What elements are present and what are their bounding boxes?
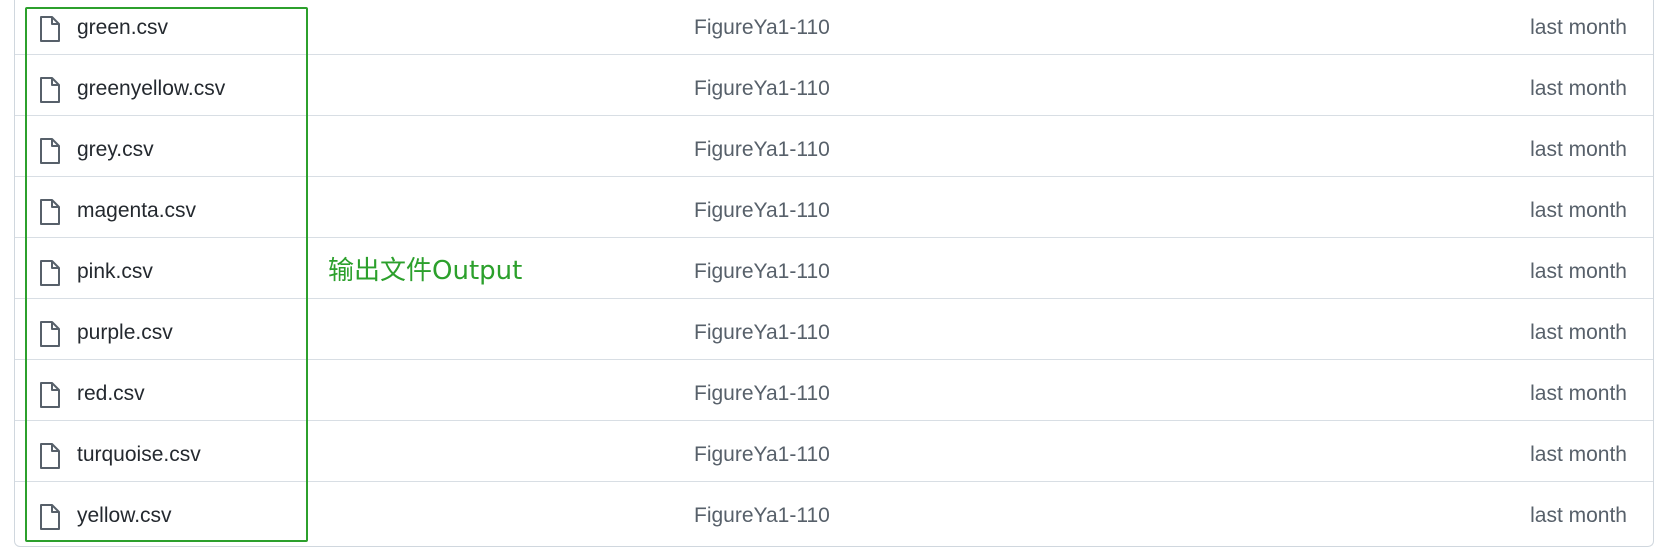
file-name-link[interactable]: grey.csv xyxy=(77,136,154,164)
commit-message-link[interactable]: FigureYa1-110 xyxy=(694,502,830,530)
file-icon xyxy=(39,504,61,530)
file-row[interactable]: green.csv FigureYa1-110 last month xyxy=(15,0,1653,55)
file-row[interactable]: turquoise.csv FigureYa1-110 last month xyxy=(15,421,1653,482)
commit-date: last month xyxy=(1530,77,1627,100)
commit-date: last month xyxy=(1530,382,1627,405)
file-name-link[interactable]: red.csv xyxy=(77,380,145,408)
commit-date: last month xyxy=(1530,443,1627,466)
output-files-annotation: 输出文件Output xyxy=(328,256,523,286)
file-icon xyxy=(39,199,61,225)
commit-date: last month xyxy=(1530,16,1627,39)
commit-date: last month xyxy=(1530,504,1627,527)
commit-date: last month xyxy=(1530,138,1627,161)
commit-message-link[interactable]: FigureYa1-110 xyxy=(694,258,830,286)
commit-message-link[interactable]: FigureYa1-110 xyxy=(694,441,830,469)
file-name-link[interactable]: green.csv xyxy=(77,14,168,42)
file-row[interactable]: purple.csv FigureYa1-110 last month xyxy=(15,299,1653,360)
file-icon xyxy=(39,321,61,347)
file-name-link[interactable]: magenta.csv xyxy=(77,197,196,225)
file-icon xyxy=(39,138,61,164)
commit-message-link[interactable]: FigureYa1-110 xyxy=(694,136,830,164)
file-icon xyxy=(39,443,61,469)
commit-message-link[interactable]: FigureYa1-110 xyxy=(694,75,830,103)
commit-date: last month xyxy=(1530,260,1627,283)
file-icon xyxy=(39,77,61,103)
file-row[interactable]: magenta.csv FigureYa1-110 last month xyxy=(15,177,1653,238)
commit-date: last month xyxy=(1530,199,1627,222)
commit-message-link[interactable]: FigureYa1-110 xyxy=(694,14,830,42)
commit-message-link[interactable]: FigureYa1-110 xyxy=(694,197,830,225)
commit-message-link[interactable]: FigureYa1-110 xyxy=(694,319,830,347)
file-icon xyxy=(39,382,61,408)
file-name-link[interactable]: purple.csv xyxy=(77,319,173,347)
file-row[interactable]: pink.csv FigureYa1-110 last month xyxy=(15,238,1653,299)
file-name-link[interactable]: greenyellow.csv xyxy=(77,75,225,103)
file-row[interactable]: greenyellow.csv FigureYa1-110 last month xyxy=(15,55,1653,116)
file-row[interactable]: grey.csv FigureYa1-110 last month xyxy=(15,116,1653,177)
file-row[interactable]: red.csv FigureYa1-110 last month xyxy=(15,360,1653,421)
file-icon xyxy=(39,260,61,286)
file-name-link[interactable]: yellow.csv xyxy=(77,502,172,530)
file-row[interactable]: yellow.csv FigureYa1-110 last month xyxy=(15,482,1653,543)
commit-date: last month xyxy=(1530,321,1627,344)
commit-message-link[interactable]: FigureYa1-110 xyxy=(694,380,830,408)
file-name-link[interactable]: pink.csv xyxy=(77,258,153,286)
file-icon xyxy=(39,16,61,42)
file-list-table: green.csv FigureYa1-110 last month green… xyxy=(14,0,1654,547)
file-name-link[interactable]: turquoise.csv xyxy=(77,441,201,469)
